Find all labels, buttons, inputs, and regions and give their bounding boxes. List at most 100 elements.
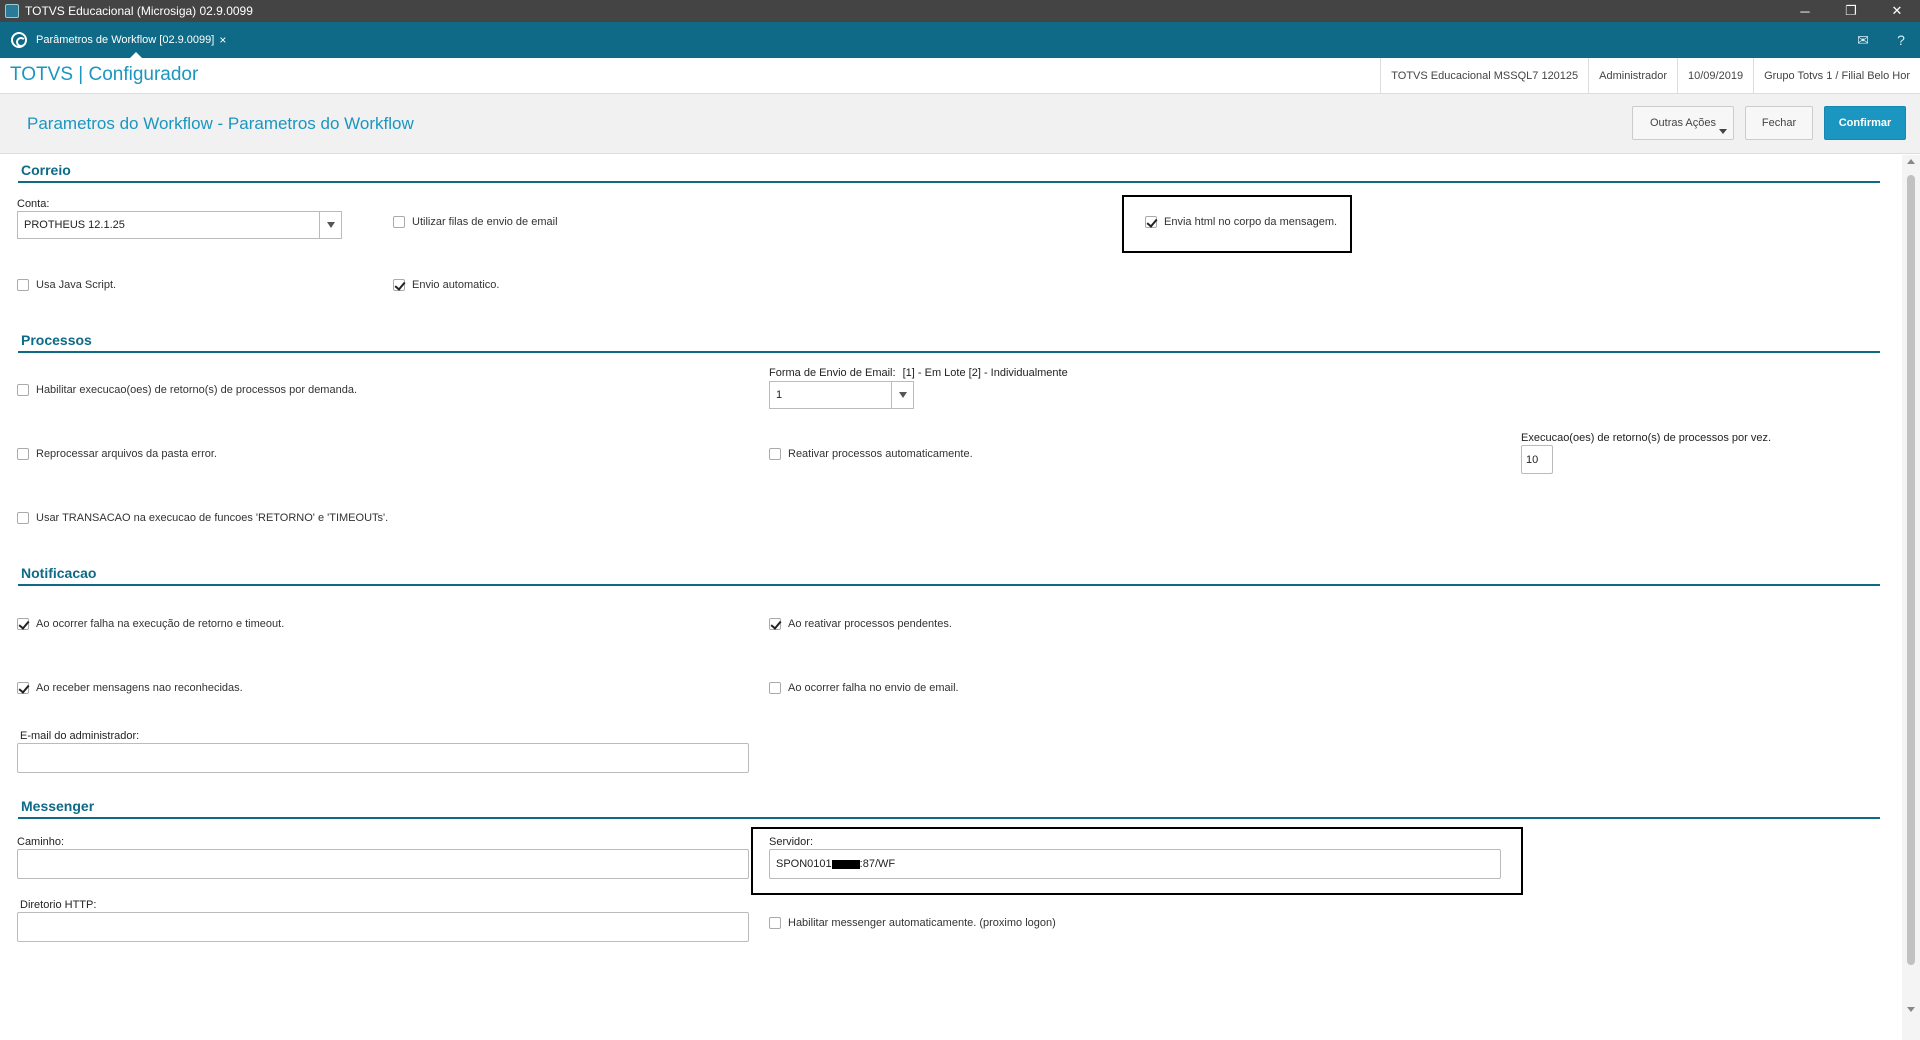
environment-info[interactable]: TOTVS Educacional MSSQL7 120125: [1380, 58, 1588, 94]
other-actions-button[interactable]: Outras Ações: [1632, 106, 1734, 140]
section-divider: [18, 817, 1880, 819]
reativar-pendentes-label: Ao reativar processos pendentes.: [788, 618, 952, 630]
transacao-label: Usar TRANSACAO na execucao de funcoes 'R…: [36, 512, 389, 524]
envia-html-checkbox[interactable]: Envia html no corpo da mensagem.: [1145, 216, 1337, 228]
home-icon[interactable]: [11, 32, 27, 48]
vertical-scrollbar[interactable]: [1902, 155, 1920, 1040]
close-form-button[interactable]: Fechar: [1745, 106, 1813, 140]
window-titlebar: TOTVS Educacional (Microsiga) 02.9.0099 …: [0, 0, 1920, 22]
checkbox-box-checked[interactable]: [769, 618, 781, 630]
form-content: Correio Conta: PROTHEUS 12.1.25 Utilizar…: [0, 155, 1902, 1040]
section-correio-title: Correio: [21, 162, 71, 178]
help-icon[interactable]: ?: [1882, 22, 1920, 58]
servidor-suffix: :87/WF: [859, 858, 896, 870]
page-title: Parametros do Workflow - Parametros do W…: [27, 114, 414, 133]
reativar-auto-checkbox[interactable]: Reativar processos automaticamente.: [769, 448, 973, 460]
forma-envio-select[interactable]: 1: [769, 381, 914, 409]
checkbox-box[interactable]: [17, 384, 29, 396]
tab-label: Parâmetros de Workflow [02.9.0099]: [36, 34, 215, 46]
tabbar-actions: ✉ ?: [1844, 22, 1920, 58]
dropdown-arrow-icon[interactable]: [319, 212, 341, 238]
reprocessar-label: Reprocessar arquivos da pasta error.: [36, 448, 217, 460]
mensagens-nao-reconhecidas-label: Ao receber mensagens nao reconhecidas.: [36, 682, 243, 694]
email-admin-input[interactable]: [17, 743, 749, 773]
envio-automatico-checkbox[interactable]: Envio automatico.: [393, 279, 499, 291]
scrollbar-thumb[interactable]: [1907, 175, 1915, 965]
section-messenger-title: Messenger: [21, 798, 95, 814]
mail-icon[interactable]: ✉: [1844, 22, 1882, 58]
brand-title: TOTVS | Configurador: [10, 64, 199, 85]
checkbox-box[interactable]: [769, 917, 781, 929]
date-info[interactable]: 10/09/2019: [1677, 58, 1753, 94]
tab-parametros-workflow[interactable]: Parâmetros de Workflow [02.9.0099] ×: [36, 26, 226, 54]
scroll-up-icon[interactable]: [1907, 159, 1915, 164]
checkbox-box-checked[interactable]: [17, 682, 29, 694]
caminho-label: Caminho:: [17, 836, 65, 848]
app-header: TOTVS | Configurador TOTVS Educacional M…: [0, 58, 1920, 94]
minimize-button[interactable]: ─: [1782, 0, 1828, 22]
restore-button[interactable]: ❐: [1828, 0, 1874, 22]
reprocessar-checkbox[interactable]: Reprocessar arquivos da pasta error.: [17, 448, 217, 460]
user-info[interactable]: Administrador: [1588, 58, 1677, 94]
transacao-checkbox[interactable]: Usar TRANSACAO na execucao de funcoes 'R…: [17, 512, 388, 524]
checkbox-box[interactable]: [393, 216, 405, 228]
execucoes-input[interactable]: 10: [1521, 445, 1553, 474]
messenger-auto-checkbox[interactable]: Habilitar messenger automaticamente. (pr…: [769, 917, 1056, 929]
execucoes-label: Execucao(oes) de retorno(s) de processos…: [1521, 432, 1772, 444]
forma-envio-label-text: Forma de Envio de Email:: [769, 367, 896, 379]
java-script-label: Usa Java Script.: [36, 279, 117, 291]
confirm-button[interactable]: Confirmar: [1824, 106, 1906, 140]
window-title: TOTVS Educacional (Microsiga) 02.9.0099: [25, 4, 253, 18]
caminho-input[interactable]: [17, 849, 749, 879]
tab-bar: Parâmetros de Workflow [02.9.0099] × ✉ ?: [0, 22, 1920, 58]
reativar-auto-label: Reativar processos automaticamente.: [788, 448, 973, 460]
checkbox-box-checked[interactable]: [17, 618, 29, 630]
window-controls: ─ ❐ ✕: [1782, 0, 1920, 22]
checkbox-box[interactable]: [17, 279, 29, 291]
dropdown-arrow-icon[interactable]: [891, 382, 913, 408]
other-actions-label: Outras Ações: [1649, 117, 1717, 129]
diretorio-http-input[interactable]: [17, 912, 749, 942]
habilitar-demanda-checkbox[interactable]: Habilitar execucao(oes) de retorno(s) de…: [17, 384, 357, 396]
servidor-input[interactable]: SPON0101 :87/WF: [769, 849, 1501, 879]
section-divider: [18, 181, 1880, 183]
section-divider: [18, 351, 1880, 353]
redaction-mask: [831, 859, 860, 869]
java-script-checkbox[interactable]: Usa Java Script.: [17, 279, 116, 291]
conta-label: Conta:: [17, 198, 50, 210]
tab-close-icon[interactable]: ×: [219, 33, 226, 47]
scroll-down-icon[interactable]: [1907, 1007, 1915, 1012]
conta-select[interactable]: PROTHEUS 12.1.25: [17, 211, 342, 239]
servidor-prefix: SPON0101: [776, 858, 832, 870]
falha-retorno-checkbox[interactable]: Ao ocorrer falha na execução de retorno …: [17, 618, 284, 630]
checkbox-box-checked[interactable]: [1145, 216, 1157, 228]
forma-envio-hint: [1] - Em Lote [2] - Individualmente: [902, 367, 1068, 379]
envio-automatico-label: Envio automatico.: [412, 279, 500, 291]
falha-envio-email-label: Ao ocorrer falha no envio de email.: [788, 682, 959, 694]
branch-info[interactable]: Grupo Totvs 1 / Filial Belo Hor: [1753, 58, 1920, 94]
filas-envio-checkbox[interactable]: Utilizar filas de envio de email: [393, 216, 558, 228]
section-notificacao-title: Notificacao: [21, 565, 97, 581]
falha-retorno-label: Ao ocorrer falha na execução de retorno …: [36, 618, 285, 630]
envia-html-label: Envia html no corpo da mensagem.: [1164, 216, 1338, 228]
messenger-auto-label: Habilitar messenger automaticamente. (pr…: [788, 917, 1056, 929]
chevron-down-icon: [1719, 129, 1727, 134]
falha-envio-email-checkbox[interactable]: Ao ocorrer falha no envio de email.: [769, 682, 959, 694]
close-button[interactable]: ✕: [1874, 0, 1920, 22]
reativar-pendentes-checkbox[interactable]: Ao reativar processos pendentes.: [769, 618, 952, 630]
checkbox-box[interactable]: [769, 448, 781, 460]
section-processos-title: Processos: [21, 332, 92, 348]
checkbox-box[interactable]: [17, 512, 29, 524]
checkbox-box[interactable]: [17, 448, 29, 460]
mensagens-nao-reconhecidas-checkbox[interactable]: Ao receber mensagens nao reconhecidas.: [17, 682, 243, 694]
conta-value: PROTHEUS 12.1.25: [24, 219, 125, 231]
checkbox-box[interactable]: [769, 682, 781, 694]
section-divider: [18, 584, 1880, 586]
checkbox-box-checked[interactable]: [393, 279, 405, 291]
app-icon: [5, 4, 19, 18]
session-info: TOTVS Educacional MSSQL7 120125 Administ…: [1380, 58, 1920, 94]
habilitar-demanda-label: Habilitar execucao(oes) de retorno(s) de…: [36, 384, 357, 396]
email-admin-label: E-mail do administrador:: [20, 730, 140, 742]
servidor-label: Servidor:: [769, 836, 814, 848]
page-header: Parametros do Workflow - Parametros do W…: [0, 94, 1920, 154]
